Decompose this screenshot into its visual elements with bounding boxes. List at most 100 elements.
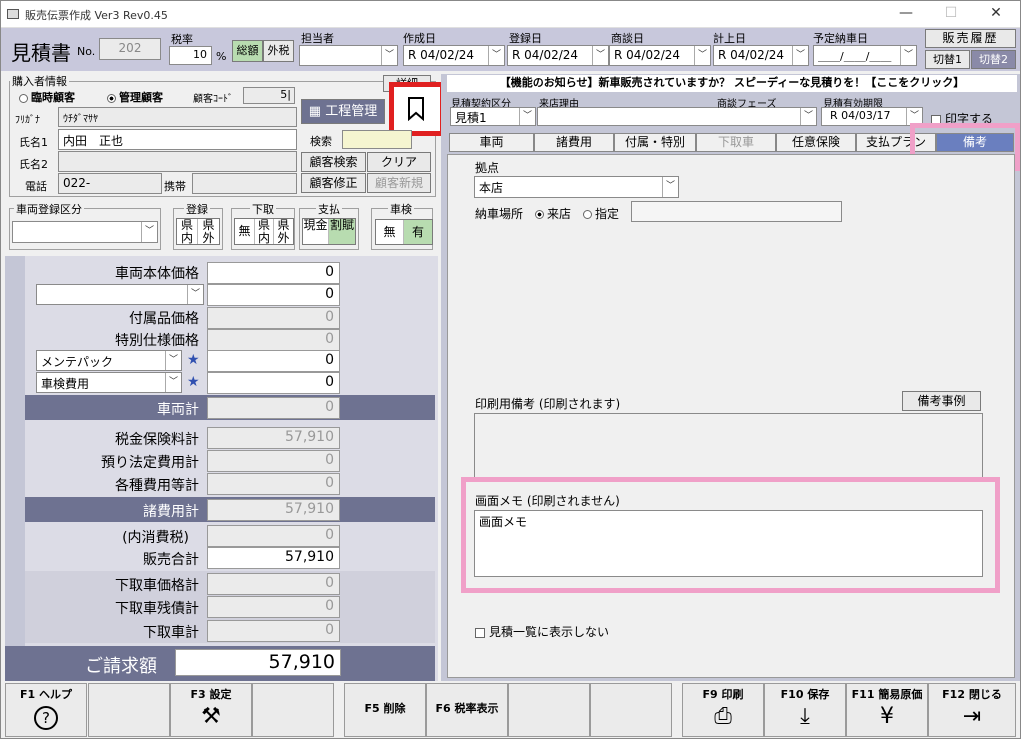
tab-misc-costs[interactable]: 諸費用: [534, 133, 614, 152]
print-remarks-field[interactable]: [474, 413, 983, 485]
maintenance-field[interactable]: 0: [207, 350, 340, 372]
tax-rate-field[interactable]: 10: [169, 46, 212, 65]
f1-help-button[interactable]: F1 ヘルプ?: [5, 683, 87, 737]
close-button[interactable]: ✕: [981, 5, 1011, 21]
minimize-button[interactable]: —: [891, 5, 921, 21]
f6-tax-display-button[interactable]: F6 税率表示: [426, 683, 508, 737]
posting-label: 計上日: [713, 32, 746, 45]
tax-insurance-label: 税金保険料計: [115, 432, 199, 448]
f12-close-button[interactable]: F12 閉じる ⇥: [928, 683, 1016, 737]
f7-button[interactable]: [508, 683, 590, 737]
fees-label: 各種費用等計: [115, 478, 199, 494]
phone-field[interactable]: 022-: [58, 173, 162, 194]
trade-total-field: 0: [207, 620, 340, 642]
furigana-field[interactable]: ｳﾁﾀﾞﾏｻﾔ: [58, 107, 297, 127]
chevron-down-icon: ﹀: [662, 177, 678, 197]
contract-select[interactable]: 見積1 ﹀: [450, 107, 536, 126]
name1-field[interactable]: 内田 正也: [58, 129, 297, 150]
clear-button[interactable]: クリア: [367, 152, 431, 172]
base-select[interactable]: 本店 ﹀: [474, 176, 679, 198]
posting-date-value: R 04/02/24: [718, 48, 785, 62]
memo-field[interactable]: 画面メモ: [474, 510, 983, 577]
customer-search-button[interactable]: 顧客検索: [301, 152, 366, 172]
name2-field[interactable]: [58, 151, 297, 172]
customer-new-button[interactable]: 顧客新規: [367, 173, 431, 193]
f3-settings-button[interactable]: F3 設定 ⚒: [170, 683, 252, 737]
tab-vehicle[interactable]: 車両: [449, 133, 534, 152]
delivery-date-select[interactable]: ＿＿/＿＿/＿＿ ﹀: [813, 45, 917, 66]
f4-button[interactable]: [252, 683, 334, 737]
misc-total-label: 諸費用計: [143, 504, 199, 520]
process-management-button[interactable]: ▦ 工程管理: [301, 99, 385, 124]
created-date-select[interactable]: R 04/02/24 ﹀: [403, 45, 505, 66]
search-field[interactable]: [342, 130, 412, 149]
body-option-select[interactable]: ﹀: [36, 284, 204, 305]
printer-icon: ⎙: [714, 704, 732, 729]
inspection-toggle[interactable]: 無 有: [375, 219, 433, 245]
pay-installment-option[interactable]: 割賦: [329, 219, 355, 244]
star-icon[interactable]: ★: [187, 352, 200, 368]
posting-date-select[interactable]: R 04/02/24 ﹀: [713, 45, 809, 66]
radio-temp-customer[interactable]: 臨時顧客: [19, 89, 75, 105]
tax-mode-total-button[interactable]: 総額: [232, 40, 263, 62]
title-bar: 販売伝票作成 Ver3 Rev0.45 — ☐ ✕: [1, 1, 1020, 28]
inspection-cost-select[interactable]: 車検費用 ﹀: [36, 372, 182, 393]
negotiation-date-value: R 04/02/24: [614, 48, 681, 62]
switch2-button[interactable]: 切替2: [971, 50, 1016, 69]
registered-date-select[interactable]: R 04/02/24 ﹀: [507, 45, 609, 66]
validity-select-value: R 04/03/17: [830, 109, 891, 122]
delivery-specify-radio[interactable]: 指定: [583, 205, 619, 222]
negotiation-date-select[interactable]: R 04/02/24 ﹀: [609, 45, 711, 66]
trade-none-option[interactable]: 無: [235, 219, 255, 244]
sales-history-button[interactable]: 販売履歴: [925, 29, 1016, 48]
trade-toggle[interactable]: 無 県内 県外: [234, 218, 294, 245]
remarks-examples-button[interactable]: 備考事例: [902, 391, 981, 411]
maintenance-select-value: メンテパック: [41, 355, 114, 369]
help-icon-glyph: ?: [34, 706, 58, 730]
chevron-down-icon: ﹀: [165, 373, 181, 392]
hide-from-list-checkbox[interactable]: 見積一覧に表示しない: [475, 623, 609, 640]
inspect-yes-option[interactable]: 有: [404, 220, 432, 244]
reg-out-option[interactable]: 県外: [198, 219, 219, 245]
radio-managed-customer[interactable]: 管理顧客: [107, 89, 163, 105]
star-icon[interactable]: ★: [187, 374, 200, 390]
switch1-button[interactable]: 切替1: [925, 50, 970, 69]
vehicle-class-select[interactable]: ﹀: [12, 221, 158, 243]
f9-print-button[interactable]: F9 印刷 ⎙: [682, 683, 764, 737]
f10-save-button[interactable]: F10 保存 ⤓: [764, 683, 846, 737]
body-option-field[interactable]: 0: [207, 284, 340, 306]
delivery-place-label: 納車場所: [475, 207, 524, 221]
delivery-place-field[interactable]: [631, 201, 842, 222]
customer-edit-button[interactable]: 顧客修正: [301, 173, 366, 193]
maintenance-select[interactable]: メンテパック ﹀: [36, 350, 182, 371]
f8-button[interactable]: [590, 683, 672, 737]
tanto-select[interactable]: ﹀: [299, 45, 398, 66]
bookmark-icon[interactable]: [407, 97, 425, 122]
payment-toggle[interactable]: 現金 割賦: [302, 218, 356, 245]
trade-out-option[interactable]: 県外: [274, 219, 293, 245]
feature-notice-banner[interactable]: 【機能のお知らせ】新車販売されていますか？ スピーディーな見積りを！【ここをクリ…: [447, 75, 1017, 92]
radio-icon: [19, 93, 28, 103]
inspection-cost-field[interactable]: 0: [207, 372, 340, 394]
f11-cost-button[interactable]: F11 簡易原価 ¥: [846, 683, 928, 737]
tax-mode-excl-button[interactable]: 外税: [263, 40, 294, 62]
validity-select[interactable]: R 04/03/17 ﹀: [821, 107, 923, 126]
incl-tax-field: 0: [207, 525, 340, 547]
mobile-field[interactable]: [192, 173, 297, 194]
f2-button[interactable]: [88, 683, 170, 737]
maximize-button[interactable]: ☐: [936, 5, 966, 21]
delivery-store-radio[interactable]: 来店: [535, 205, 571, 222]
trade-in-option[interactable]: 県内: [255, 219, 274, 245]
pay-cash-option[interactable]: 現金: [303, 219, 329, 244]
body-price-field[interactable]: 0: [207, 262, 340, 284]
f5-delete-button[interactable]: F5 削除: [344, 683, 426, 737]
radio-selected-icon: [107, 93, 116, 103]
tab-accessories[interactable]: 付属・特別: [614, 133, 696, 152]
tab-trade-in[interactable]: 下取車: [696, 133, 776, 152]
registration-toggle[interactable]: 県内 県外: [176, 218, 220, 245]
reg-in-option[interactable]: 県内: [177, 219, 198, 245]
customer-code-field[interactable]: 5|: [243, 87, 295, 104]
inspect-none-option[interactable]: 無: [376, 220, 404, 244]
tab-insurance[interactable]: 任意保険: [776, 133, 856, 152]
chevron-down-icon: ﹀: [694, 46, 710, 65]
